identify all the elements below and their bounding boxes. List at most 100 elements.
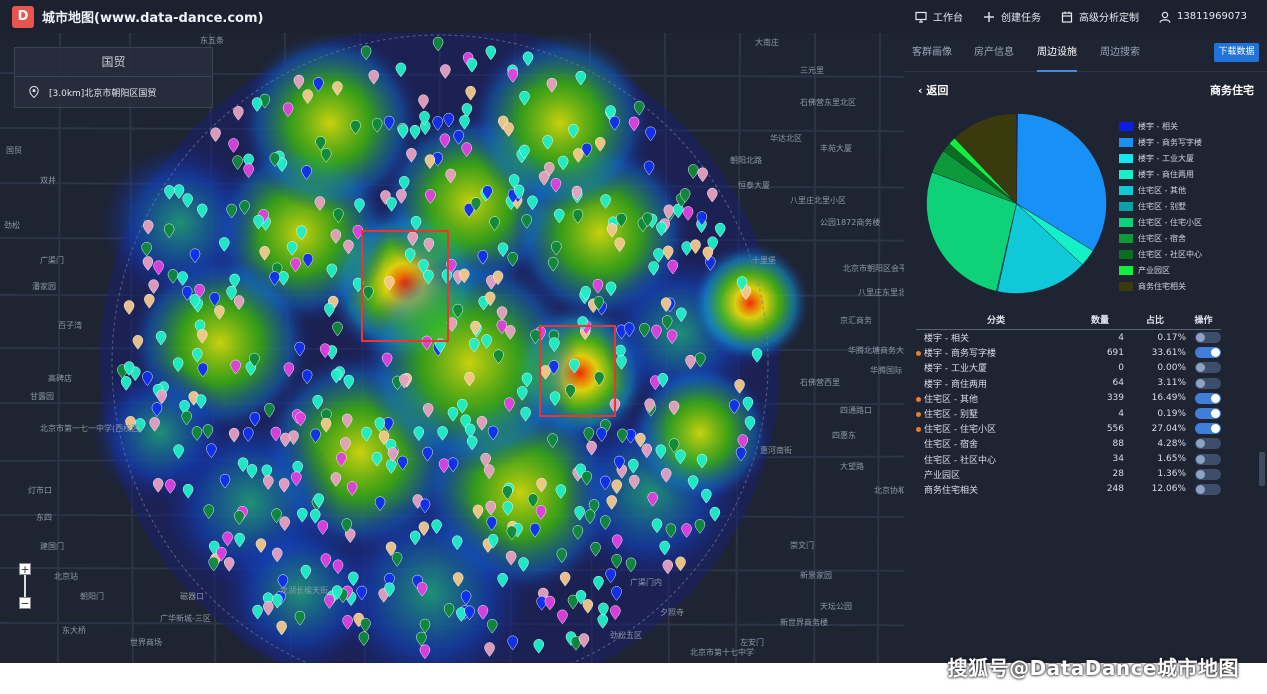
visibility-toggle[interactable] xyxy=(1195,408,1221,420)
user-phone: 13811969073 xyxy=(1177,11,1247,22)
tab-nearby-facilities[interactable]: 周边设施 xyxy=(1037,33,1077,72)
map-place-label: 四通路口 xyxy=(840,405,872,415)
tab-nearby-search[interactable]: 周边搜索 xyxy=(1100,33,1140,71)
table-row: 楼宇 - 商住两用 64 3.11% xyxy=(916,376,1221,391)
legend-item[interactable]: 住宅区 - 其他 xyxy=(1119,182,1202,198)
toggle-knob xyxy=(1196,363,1205,373)
visibility-toggle[interactable] xyxy=(1195,438,1221,450)
map-place-label: 八里庄北里小区 xyxy=(790,195,846,205)
map-place-label: 新世界商务楼 xyxy=(780,617,828,627)
panel-resize-handle[interactable] xyxy=(1259,452,1265,486)
visibility-toggle[interactable] xyxy=(1195,377,1221,389)
legend-item[interactable]: 住宅区 - 别墅 xyxy=(1119,198,1202,214)
legend-item[interactable]: 商务住宅相关 xyxy=(1119,278,1202,294)
workbench-button[interactable]: 工作台 xyxy=(915,9,963,24)
visibility-toggle[interactable] xyxy=(1195,392,1221,404)
row-percent: 1.36% xyxy=(1157,469,1186,480)
tab-customer-profile[interactable]: 客群画像 xyxy=(912,33,952,71)
legend-swatch xyxy=(1119,217,1133,227)
heatmap-layer[interactable]: 东五条 大南庄三元里石佛营东里北区丰苑大厦 华达北区朝阳北路恒泰大厦八里庄北里小区公… xyxy=(0,33,904,663)
legend-swatch xyxy=(1119,281,1133,291)
app-logo[interactable]: D xyxy=(12,5,34,28)
download-data-button[interactable]: 下载数据 xyxy=(1214,43,1259,62)
row-count: 556 xyxy=(1106,423,1124,434)
legend-item[interactable]: 楼宇 - 商务写字楼 xyxy=(1119,134,1202,150)
zoom-slider[interactable] xyxy=(24,575,26,597)
watermark: 搜狐号@DataDance城市地图 xyxy=(947,656,1239,680)
map-view[interactable]: 东五条 大南庄 三元里 石佛营东里北区 丰苑大厦 华达北区 朝阳北路 恒泰大厦 八里庄北里小区公… xyxy=(0,33,904,663)
search-panel: 国贸 [3.0km]北京市朝阳区国贸 xyxy=(14,47,213,108)
header-action: 操作 xyxy=(1194,315,1213,326)
legend-item[interactable]: 楼宇 - 商住两用 xyxy=(1119,166,1202,182)
map-place-label: 公园1872商务楼 xyxy=(820,217,880,227)
visibility-toggle[interactable] xyxy=(1195,347,1221,359)
visibility-toggle[interactable] xyxy=(1195,483,1221,495)
toggle-knob xyxy=(1196,454,1205,464)
map-place-label: 新景家园 xyxy=(800,570,832,580)
legend-item[interactable]: 住宅区 - 住宅小区 xyxy=(1119,214,1202,230)
map-place-label: 国贸 xyxy=(6,145,22,155)
legend-label: 楼宇 - 商务写字楼 xyxy=(1138,137,1202,147)
calendar-icon xyxy=(1061,11,1073,23)
back-button[interactable]: ‹ 返回 xyxy=(918,82,948,98)
legend-item[interactable]: 楼宇 - 相关 xyxy=(1119,118,1202,134)
visibility-toggle[interactable] xyxy=(1195,332,1221,344)
legend-item[interactable]: 楼宇 - 工业大厦 xyxy=(1119,150,1202,166)
row-action xyxy=(1186,347,1221,359)
row-category-label: 商务住宅相关 xyxy=(924,485,979,496)
row-action xyxy=(1186,408,1221,420)
visibility-toggle[interactable] xyxy=(1195,362,1221,374)
legend-swatch xyxy=(1119,121,1133,131)
table-row: 住宅区 - 社区中心 34 1.65% xyxy=(916,452,1221,467)
table-row: 住宅区 - 宿舍 88 4.28% xyxy=(916,436,1221,451)
legend-item[interactable]: 产业园区 xyxy=(1119,262,1202,278)
table-row: 楼宇 - 工业大厦 0 0.00% xyxy=(916,360,1221,375)
map-place-label: 磁器口 xyxy=(180,591,204,601)
legend-label: 楼宇 - 相关 xyxy=(1138,121,1178,131)
map-place-label: 四惠东 xyxy=(832,430,856,440)
map-place-label: 朝阳门 xyxy=(80,591,104,601)
map-place-label: 劲松 xyxy=(4,220,20,230)
user-icon xyxy=(1159,11,1171,23)
map-place-label: 龙湖长楹天街 xyxy=(280,585,328,595)
zoom-control: + − xyxy=(19,563,31,609)
map-place-label: 夕照寺 xyxy=(660,607,684,617)
visibility-toggle[interactable] xyxy=(1195,453,1221,465)
toggle-knob xyxy=(1211,348,1220,358)
active-dot xyxy=(916,351,921,357)
legend-label: 楼宇 - 商住两用 xyxy=(1138,169,1194,179)
legend-label: 住宅区 - 社区中心 xyxy=(1138,249,1202,259)
map-place-label: 天坛公园 xyxy=(820,601,852,611)
map-place-label: 三元里 xyxy=(800,66,824,75)
row-count: 64 xyxy=(1112,378,1124,389)
top-actions: 工作台 创建任务 高级分析定制 13811969073 xyxy=(915,0,1247,33)
pie-chart[interactable] xyxy=(924,111,1109,296)
app-title: 城市地图(www.data-dance.com) xyxy=(42,11,264,26)
advanced-analysis-button[interactable]: 高级分析定制 xyxy=(1061,9,1139,24)
table-row: 产业园区 28 1.36% xyxy=(916,467,1221,482)
visibility-toggle[interactable] xyxy=(1195,423,1221,435)
back-label: 返回 xyxy=(926,84,949,97)
map-place-label: 劲松五区 xyxy=(610,630,642,640)
map-place-label: 朝阳北路 xyxy=(730,155,762,165)
legend-item[interactable]: 住宅区 - 社区中心 xyxy=(1119,246,1202,262)
zoom-in-button[interactable]: + xyxy=(19,563,31,575)
search-result-item[interactable]: [3.0km]北京市朝阳区国贸 xyxy=(15,77,212,107)
row-count: 28 xyxy=(1112,469,1124,480)
visibility-toggle[interactable] xyxy=(1195,468,1221,480)
row-action xyxy=(1186,468,1221,480)
row-percent: 3.11% xyxy=(1157,378,1186,389)
user-account[interactable]: 13811969073 xyxy=(1159,11,1247,23)
map-place-label: 潘家园 xyxy=(32,281,56,291)
row-action xyxy=(1186,362,1221,374)
map-place-label: 惠河南街 xyxy=(760,445,792,455)
zoom-out-button[interactable]: − xyxy=(19,597,31,609)
search-result-label: [3.0km]北京市朝阳区国贸 xyxy=(49,88,157,99)
legend-item[interactable]: 住宅区 - 宿舍 xyxy=(1119,230,1202,246)
row-percent: 0.00% xyxy=(1157,362,1186,373)
create-task-button[interactable]: 创建任务 xyxy=(983,9,1041,24)
table-row: 商务住宅相关 248 12.06% xyxy=(916,482,1221,497)
tab-property-info[interactable]: 房产信息 xyxy=(974,33,1014,71)
row-category: 产业园区 xyxy=(916,468,1076,481)
row-percent: 1.65% xyxy=(1157,454,1186,465)
